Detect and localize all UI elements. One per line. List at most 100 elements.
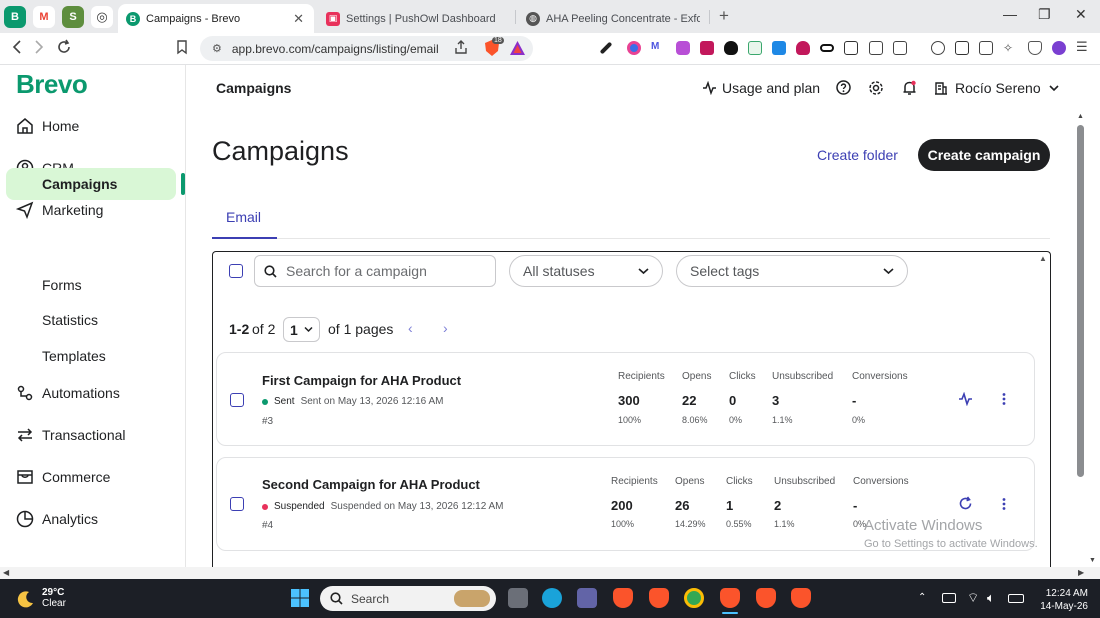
tab-campaigns-brevo[interactable]: B Campaigns - Brevo ✕ [118,4,314,33]
more-options-icon[interactable] [999,392,1009,411]
campaign-checkbox[interactable] [230,497,244,511]
restore-icon[interactable]: ❐ [1038,6,1051,23]
openai-icon[interactable]: ◎ [91,6,113,28]
brave-shield-icon[interactable]: 18 [483,37,504,57]
translate-extension-icon[interactable] [844,41,858,55]
tab-pushowl-settings[interactable]: ▣ Settings | PushOwl Dashboard [318,4,514,33]
color-extension-icon[interactable] [627,41,641,55]
create-folder-button[interactable]: Create folder [817,147,898,163]
brave-profile-icon[interactable] [756,588,776,608]
brave-active-icon[interactable] [720,588,740,608]
scroll-right-arrow-icon[interactable]: ▶ [1078,568,1084,577]
scroll-up-arrow-icon[interactable]: ▲ [1077,113,1084,120]
vertical-scrollbar-thumb[interactable] [1077,125,1084,477]
chevron-up-icon[interactable]: ⌃ [918,592,926,603]
activity-icon[interactable] [958,391,973,411]
sidebar-toggle-icon[interactable] [955,41,969,55]
sidebar-item-forms[interactable]: Forms [42,277,82,293]
pin-extension-icon[interactable] [724,41,738,55]
tab-aha-peeling[interactable]: ◍ AHA Peeling Concentrate - Exfoliate [518,4,708,33]
sidebar-item-campaigns[interactable]: Campaigns [42,176,117,192]
account-menu[interactable]: Rocío Sereno [934,80,1059,96]
task-view-icon[interactable] [508,588,528,608]
menu-icon[interactable]: ☰ [1076,39,1090,54]
campaign-name[interactable]: First Campaign for AHA Product [262,373,461,388]
shopify-icon[interactable]: S [62,6,84,28]
volume-icon[interactable]: 🔈︎ [987,590,995,606]
wallet-icon[interactable] [979,41,993,55]
sidebar-item-transactional[interactable]: Transactional [0,419,186,451]
weather-widget[interactable]: 29°C Clear [16,587,66,610]
infinity-extension-icon[interactable] [820,44,834,52]
extensions-icon[interactable] [869,41,883,55]
brevo-logo[interactable]: Brevo [16,69,88,100]
select-all-checkbox[interactable] [229,264,243,278]
horizontal-scrollbar[interactable] [0,567,1100,579]
scroll-left-arrow-icon[interactable]: ◀ [3,568,9,577]
taskbar-search[interactable]: Search [320,586,496,611]
usage-and-plan-link[interactable]: Usage and plan [702,80,820,96]
settings-gear-icon[interactable] [868,80,884,96]
gmail-icon[interactable]: M [33,6,55,28]
notifications-bell-icon[interactable] [902,80,917,96]
brave-profile-icon[interactable] [791,588,811,608]
tags-filter-dropdown[interactable]: Select tags [676,255,908,287]
close-window-icon[interactable]: ✕ [1075,6,1087,23]
reload-icon[interactable] [56,39,72,60]
taskbar-clock[interactable]: 12:24 AM 14-May-26 [1034,587,1088,613]
keyboard-icon[interactable] [942,593,956,603]
screenshot-extension-icon[interactable] [893,41,907,55]
brave-profile-icon[interactable] [649,588,669,608]
send-extension-icon[interactable] [772,41,786,55]
edge-icon[interactable] [542,588,562,608]
brevo-pinned-icon[interactable]: B [4,6,26,28]
windows-start-icon[interactable] [290,588,310,613]
scroll-down-arrow-icon[interactable]: ▼ [1089,557,1096,564]
sidebar-item-statistics[interactable]: Statistics [42,312,98,328]
next-page-icon[interactable]: › [443,320,448,336]
share-icon[interactable] [453,39,469,60]
chrome-icon[interactable] [684,588,704,608]
more-options-icon[interactable] [999,497,1009,516]
sidebar-item-commerce[interactable]: Commerce [0,461,186,493]
meta-extension-icon[interactable]: M [651,41,665,55]
forward-icon[interactable] [33,39,45,60]
tab-email[interactable]: Email [226,209,261,225]
teams-icon[interactable] [577,588,597,608]
brave-rewards-icon[interactable] [509,40,526,61]
pushowl-extension-icon[interactable] [796,41,810,55]
scroll-up-icon[interactable]: ▲ [1039,254,1047,263]
sidebar-item-templates[interactable]: Templates [42,348,106,364]
puzzle-extension-icon[interactable] [676,41,690,55]
search-input[interactable]: Search for a campaign [254,255,496,287]
brave-leo-icon[interactable] [931,41,945,55]
bookmark-icon[interactable] [176,39,188,60]
campaign-name[interactable]: Second Campaign for AHA Product [262,477,480,492]
refresh-icon[interactable] [958,496,973,516]
battery-icon[interactable] [1008,594,1024,603]
sidebar-item-automations[interactable]: Automations [0,377,186,409]
back-icon[interactable] [11,39,23,60]
previous-page-icon[interactable]: ‹ [408,320,413,336]
shield-extension-icon[interactable] [748,41,762,55]
brave-taskbar-icon[interactable] [613,588,633,608]
close-tab-icon[interactable]: ✕ [293,11,304,27]
wifi-icon[interactable]: ⌔ [967,590,979,606]
help-icon[interactable] [836,80,851,95]
new-tab-icon[interactable]: + [719,6,729,26]
campaign-checkbox[interactable] [230,393,244,407]
profile-icon[interactable] [1052,41,1066,55]
page-select[interactable]: 1 [283,317,320,342]
download-extension-icon[interactable] [700,41,714,55]
sparkle-icon[interactable]: ✧ [1003,41,1017,55]
pen-extension-icon[interactable] [599,41,613,55]
stat-conversions-pct: 0% [852,415,866,425]
status-filter-dropdown[interactable]: All statuses [509,255,663,287]
minimize-icon[interactable]: — [1003,6,1017,22]
create-campaign-button[interactable]: Create campaign [918,139,1050,171]
stat-recipients-label: Recipients [618,371,665,382]
vpn-shield-icon[interactable] [1028,41,1042,55]
sidebar-item-analytics[interactable]: Analytics [0,503,186,535]
sidebar-item-home[interactable]: Home [0,110,186,142]
site-settings-icon[interactable]: ⚙ [212,42,222,55]
